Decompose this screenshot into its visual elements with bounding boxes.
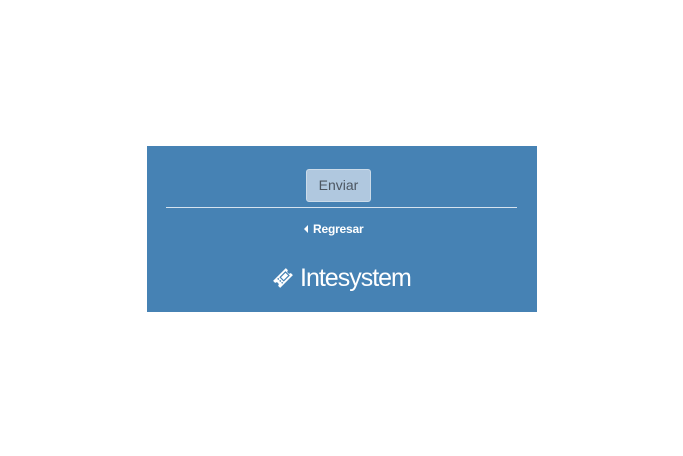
brand-logo: Intesystem bbox=[271, 263, 412, 293]
login-panel: Enviar Regresar Intesystem bbox=[147, 146, 537, 312]
back-link-label: Regresar bbox=[313, 222, 364, 236]
divider bbox=[166, 207, 517, 208]
caret-left-icon bbox=[304, 225, 308, 233]
back-link[interactable]: Regresar bbox=[304, 221, 364, 237]
submit-button[interactable]: Enviar bbox=[306, 169, 371, 202]
brand-name: Intesystem bbox=[300, 264, 412, 292]
ticket-icon bbox=[273, 268, 293, 288]
